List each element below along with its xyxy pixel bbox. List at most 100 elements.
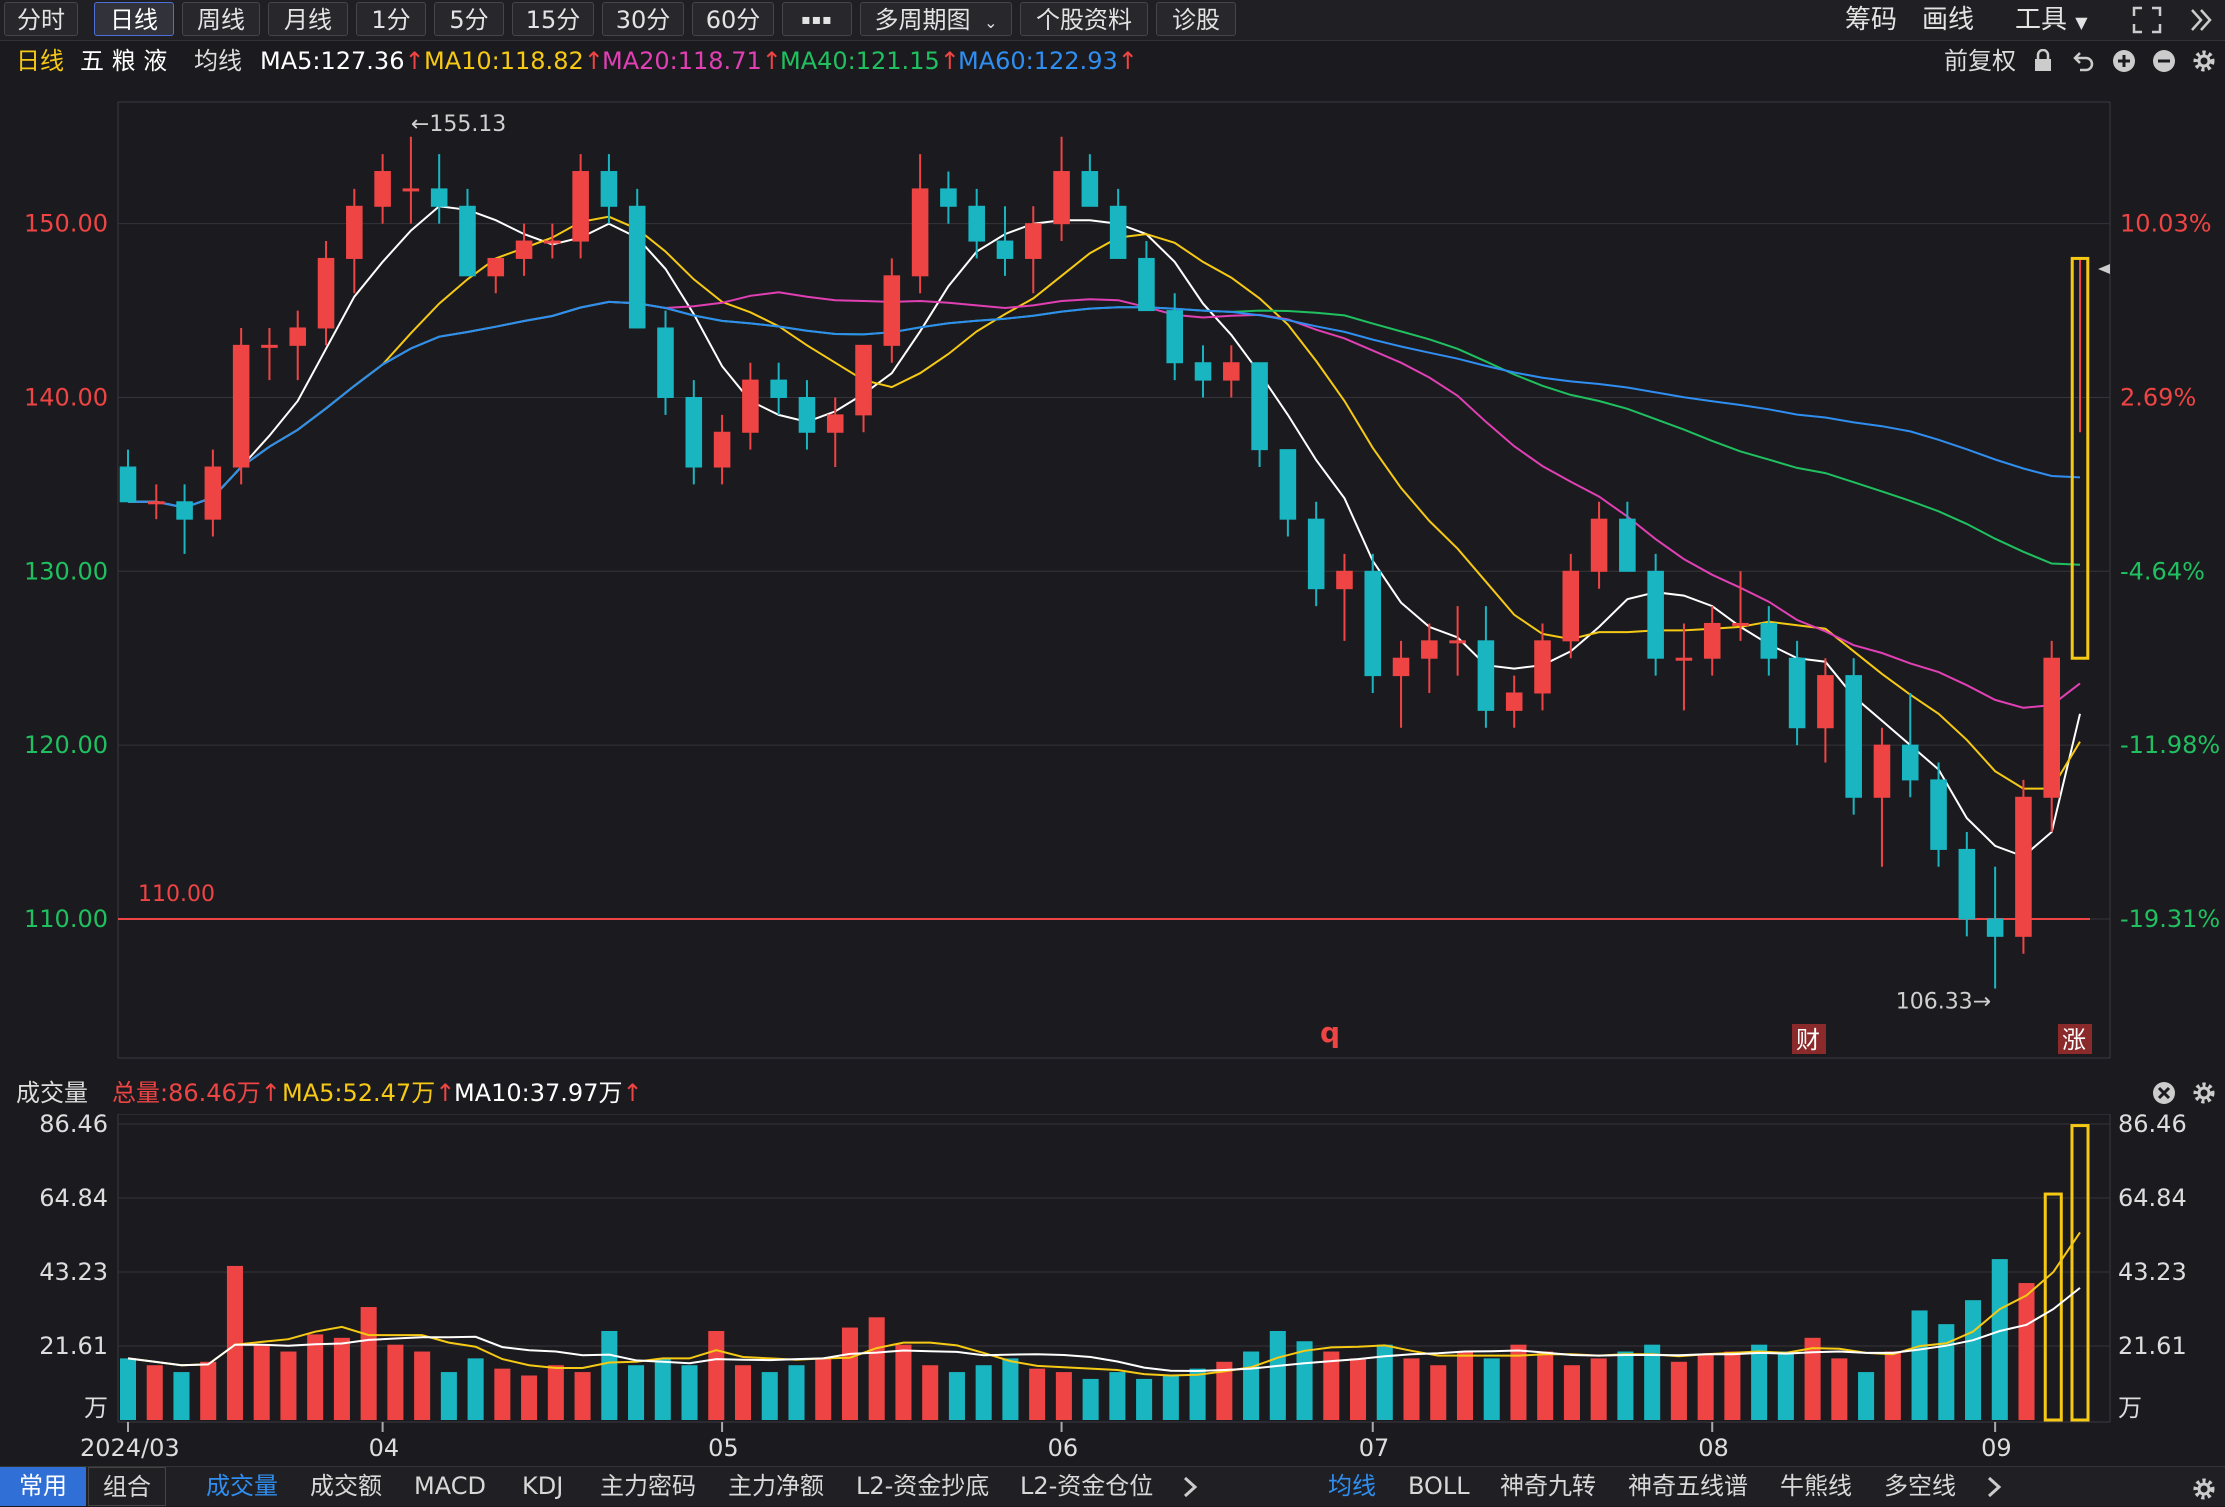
candle-body[interactable] — [1024, 223, 1042, 259]
volume-bar[interactable] — [1911, 1310, 1928, 1420]
candle-body[interactable] — [1392, 657, 1410, 677]
volume-bar[interactable] — [1670, 1361, 1687, 1420]
overlay-magic-five[interactable]: 神奇五线谱 — [1628, 1467, 1748, 1506]
indicator-l2-position[interactable]: L2-资金仓位 — [1020, 1467, 1153, 1506]
volume-bar[interactable] — [1965, 1300, 1982, 1420]
candle-body[interactable] — [402, 188, 420, 192]
volume-bar[interactable] — [547, 1365, 564, 1420]
volume-bar[interactable] — [1136, 1378, 1153, 1420]
candle-body[interactable] — [1477, 640, 1495, 711]
candle-body[interactable] — [968, 205, 985, 242]
candle-body[interactable] — [1619, 518, 1636, 572]
candle-body[interactable] — [2043, 657, 2060, 798]
zoom-in-icon[interactable] — [2112, 49, 2136, 73]
volume-bar[interactable] — [494, 1368, 511, 1420]
lock-icon[interactable] — [2032, 49, 2054, 73]
volume-bar[interactable] — [1483, 1358, 1500, 1420]
candle-body[interactable] — [713, 431, 731, 468]
volume-bar[interactable] — [1350, 1358, 1367, 1420]
financial-report-marker[interactable]: 财 — [1796, 1026, 1820, 1054]
volume-bar[interactable] — [1403, 1358, 1420, 1420]
candle-body[interactable] — [1194, 362, 1212, 381]
candle-body[interactable] — [289, 327, 307, 346]
candle-body[interactable] — [1251, 362, 1268, 451]
indicator-volume[interactable]: 成交量 — [206, 1467, 278, 1506]
volume-bar[interactable] — [1162, 1375, 1179, 1420]
limit-up-marker[interactable]: 涨 — [2062, 1026, 2086, 1054]
indicator-main-net[interactable]: 主力净额 — [728, 1467, 824, 1506]
volume-bar[interactable] — [173, 1372, 190, 1420]
volume-bar[interactable] — [1537, 1351, 1554, 1420]
candle-body[interactable] — [1760, 622, 1778, 659]
candle-body[interactable] — [317, 257, 335, 329]
volume-bar[interactable] — [1055, 1372, 1072, 1420]
tab-weekly[interactable]: 周线 — [182, 2, 260, 36]
volume-bar[interactable] — [628, 1365, 645, 1420]
overlay-boll[interactable]: BOLL — [1408, 1467, 1470, 1506]
candle-body[interactable] — [1138, 257, 1155, 312]
volume-bar[interactable] — [146, 1365, 163, 1420]
candle-body[interactable] — [1279, 449, 1297, 520]
candle-body[interactable] — [940, 188, 957, 207]
candle-body[interactable] — [1873, 744, 1891, 798]
more-button[interactable]: ▪▪▪ — [782, 2, 852, 36]
candle-body[interactable] — [204, 466, 222, 520]
volume-bar[interactable] — [708, 1330, 725, 1420]
candle-body[interactable] — [430, 188, 448, 207]
candle-body[interactable] — [1307, 518, 1325, 590]
volume-bar[interactable] — [360, 1307, 377, 1420]
volume-bar[interactable] — [922, 1365, 939, 1420]
candle-body[interactable] — [1562, 570, 1580, 642]
candle-body[interactable] — [346, 205, 363, 259]
candle-body[interactable] — [1081, 171, 1099, 207]
candle-body[interactable] — [1675, 657, 1693, 661]
volume-bar[interactable] — [200, 1361, 217, 1420]
volume-bar[interactable] — [387, 1344, 404, 1420]
volume-bar[interactable] — [1617, 1351, 1634, 1420]
volume-bar[interactable] — [1777, 1351, 1794, 1420]
candle-body[interactable] — [1534, 640, 1551, 694]
candle-body[interactable] — [628, 205, 646, 329]
indicator-main-code[interactable]: 主力密码 — [600, 1467, 696, 1506]
candle-body[interactable] — [657, 327, 674, 398]
volume-chart[interactable]: 86.46 86.46 64.84 64.84 43.23 43.23 21.61 21.61… — [0, 1114, 2225, 1466]
chevron-right-icon[interactable] — [1180, 1475, 1200, 1499]
candlestick-chart[interactable]: 150.00 140.00 130.00 120.00 110.00 10.03% 2.6… — [0, 82, 2225, 1062]
candle-body[interactable] — [1505, 692, 1523, 711]
volume-bar[interactable] — [440, 1372, 457, 1420]
fullscreen-icon[interactable] — [2132, 6, 2162, 34]
event-marker-q[interactable]: q — [1320, 1016, 1340, 1049]
close-panel-icon[interactable] — [2152, 1081, 2176, 1105]
candle-body[interactable] — [1053, 171, 1070, 225]
candle-body[interactable] — [742, 379, 759, 433]
tools-dropdown[interactable]: 工具 ▼ — [2015, 0, 2088, 40]
volume-bar[interactable] — [654, 1358, 671, 1420]
volume-bar[interactable] — [521, 1375, 538, 1420]
candle-body[interactable] — [996, 240, 1014, 259]
candle-body[interactable] — [176, 501, 193, 520]
volume-bar[interactable] — [734, 1365, 752, 1420]
indicator-macd[interactable]: MACD — [414, 1467, 486, 1506]
volume-bar[interactable] — [1884, 1351, 1901, 1420]
resize-grip-icon[interactable] — [2190, 1475, 2218, 1503]
volume-bar[interactable] — [868, 1317, 885, 1420]
tab-60min[interactable]: 60分 — [692, 2, 774, 36]
undo-icon[interactable] — [2072, 49, 2096, 73]
volume-bar[interactable] — [788, 1365, 805, 1420]
multi-period-dropdown[interactable]: 多周期图 ⌄ — [860, 2, 1012, 36]
candle-body[interactable] — [1958, 848, 1976, 920]
volume-bar[interactable] — [333, 1337, 350, 1420]
tab-daily[interactable]: 日线 — [94, 2, 174, 36]
candle-body[interactable] — [232, 344, 250, 468]
candle-body[interactable] — [487, 257, 505, 277]
ma-label[interactable]: 均线 — [194, 41, 242, 81]
volume-bar[interactable] — [253, 1344, 270, 1420]
volume-bar[interactable] — [1938, 1324, 1955, 1420]
candle-body[interactable] — [119, 466, 137, 503]
volume-bar[interactable] — [1563, 1365, 1580, 1420]
tab-combo[interactable]: 组合 — [88, 1467, 166, 1506]
volume-bar[interactable] — [1751, 1344, 1768, 1420]
volume-bar[interactable] — [467, 1358, 484, 1420]
indicator-l2-bottom[interactable]: L2-资金抄底 — [856, 1467, 989, 1506]
volume-bar[interactable] — [975, 1365, 992, 1420]
